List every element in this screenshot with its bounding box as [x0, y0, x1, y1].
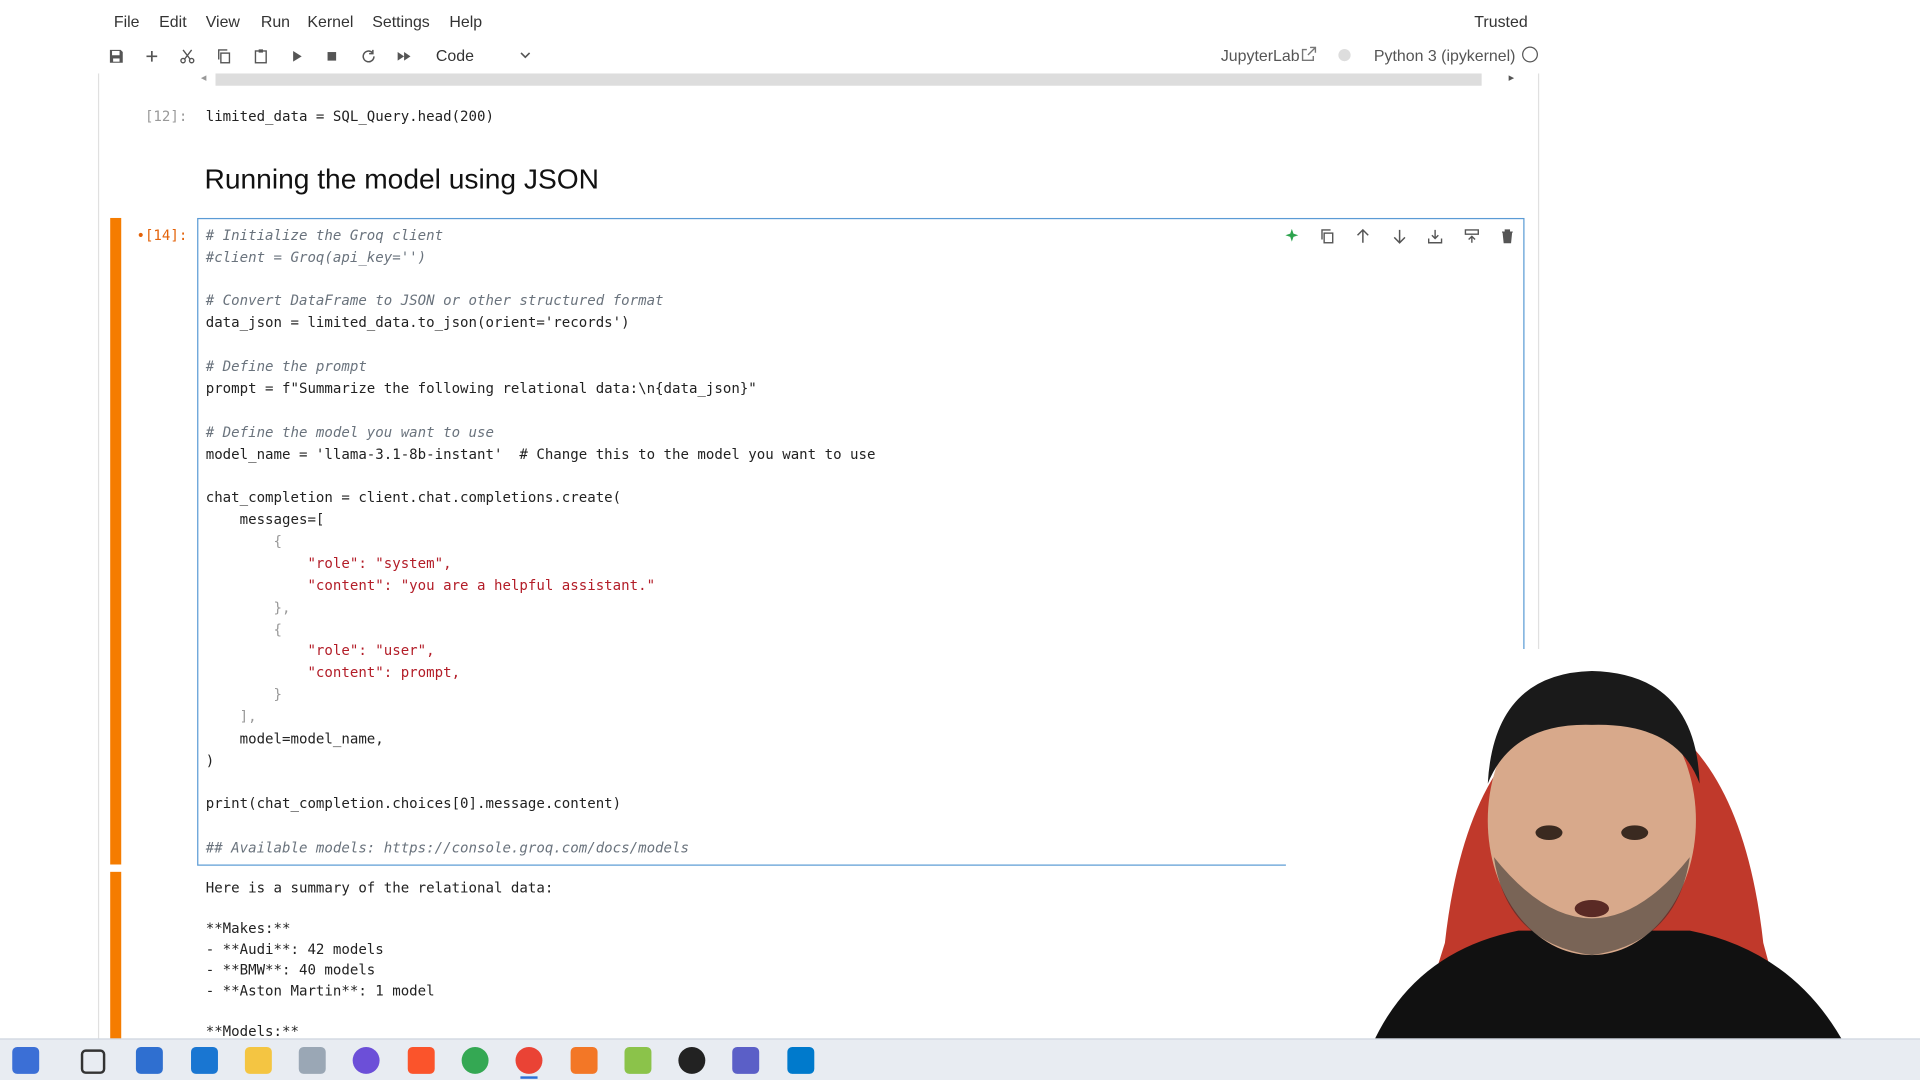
duplicate-icon[interactable]	[1316, 225, 1338, 247]
chrome-active-icon[interactable]	[515, 1046, 543, 1079]
calendar-icon[interactable]	[12, 1046, 40, 1074]
menu-file[interactable]: File	[114, 12, 140, 30]
cell-toolbar	[1281, 225, 1519, 249]
code-line: # Define the prompt	[205, 357, 367, 375]
run-all-icon[interactable]	[392, 44, 416, 68]
ai-sparkle-icon[interactable]	[1281, 225, 1303, 247]
run-icon[interactable]	[284, 44, 308, 68]
cell-prompt-active: •[14]:	[136, 226, 188, 244]
code-line: model_name = 'llama-3.1-8b-instant' # Ch…	[205, 445, 876, 463]
notebook-toolbar: Code JupyterLab Python 3 (ipykernel)	[0, 39, 1920, 73]
output-indicator	[110, 871, 122, 1044]
scroll-left-icon[interactable]: ◂	[201, 71, 207, 84]
add-cell-icon[interactable]	[140, 44, 164, 68]
menu-settings[interactable]: Settings	[372, 12, 430, 30]
code-line: data_json = limited_data.to_json(orient=…	[205, 313, 630, 331]
code-line: "role": "user",	[205, 641, 435, 659]
notepad-icon[interactable]	[298, 1046, 326, 1074]
vscode-icon[interactable]	[787, 1046, 815, 1074]
code-line: # Define the model you want to use	[205, 423, 494, 441]
output-line: Here is a summary of the relational data…	[205, 879, 554, 897]
mail-icon[interactable]	[191, 1046, 218, 1074]
cell-prompt: [12]:	[144, 107, 188, 125]
code-line: #client = Groq(api_key='')	[205, 248, 427, 266]
menu-help[interactable]: Help	[449, 12, 482, 30]
code-line: "role": "system",	[205, 554, 452, 572]
cut-icon[interactable]	[175, 44, 199, 68]
cell-type-select[interactable]: Code	[436, 47, 474, 65]
chevron-down-icon[interactable]	[517, 47, 534, 64]
insert-below-icon[interactable]	[1424, 225, 1446, 247]
code-line: {	[205, 620, 283, 638]
jupyter-icon[interactable]	[570, 1046, 598, 1074]
paste-icon[interactable]	[249, 44, 273, 68]
menu-view[interactable]: View	[206, 12, 240, 30]
code-line: ## Available models: https://console.gro…	[205, 838, 689, 856]
presenter-image	[1285, 648, 1920, 1080]
save-icon[interactable]	[104, 44, 128, 68]
code-line[interactable]: limited_data = SQL_Query.head(200)	[206, 108, 494, 125]
output-line: - **BMW**: 40 models	[205, 961, 376, 979]
move-up-icon[interactable]	[1352, 225, 1374, 247]
code-line: "content": "you are a helpful assistant.…	[205, 576, 656, 594]
output-line: - **Audi**: 42 models	[205, 940, 384, 958]
brave-icon[interactable]	[407, 1046, 435, 1074]
stop-icon[interactable]	[320, 44, 344, 68]
code-line: prompt = f"Summarize the following relat…	[205, 379, 757, 397]
copy-icon[interactable]	[212, 44, 236, 68]
code-line: ],	[205, 707, 257, 725]
code-line: )	[205, 751, 215, 769]
menu-kernel[interactable]: Kernel	[307, 12, 353, 30]
task-view-icon[interactable]	[80, 1049, 106, 1074]
file-explorer-icon[interactable]	[244, 1046, 272, 1074]
code-line: # Convert DataFrame to JSON or other str…	[205, 291, 664, 309]
code-line: # Initialize the Groq client	[205, 226, 444, 244]
insert-above-icon[interactable]	[1461, 225, 1483, 247]
trusted-indicator[interactable]: Trusted	[1474, 12, 1527, 30]
code-line: {	[205, 532, 283, 550]
paint-icon[interactable]	[624, 1046, 652, 1074]
menu-edit[interactable]: Edit	[159, 12, 186, 30]
restart-icon[interactable]	[356, 44, 380, 68]
kernel-settings-icon[interactable]	[1338, 48, 1351, 62]
delete-icon[interactable]	[1496, 225, 1518, 247]
kernel-name[interactable]: Python 3 (ipykernel)	[1374, 47, 1516, 65]
code-line: model=model_name,	[205, 729, 384, 747]
horizontal-scrollbar[interactable]	[215, 73, 1482, 86]
menubar: File Edit View Run Kernel Settings Help …	[0, 0, 1920, 44]
code-line: messages=[	[205, 510, 325, 528]
teams-icon[interactable]	[732, 1046, 760, 1074]
scroll-right-icon[interactable]: ▸	[1509, 71, 1515, 84]
menu-run[interactable]: Run	[261, 12, 290, 30]
obs-icon[interactable]	[678, 1046, 706, 1074]
code-line: "content": prompt,	[205, 663, 461, 681]
output-line: **Makes:**	[205, 919, 291, 937]
webcam-overlay	[1285, 648, 1920, 1080]
markdown-heading: Running the model using JSON	[204, 162, 600, 195]
jupyter-window: File Edit View Run Kernel Settings Help …	[0, 0, 1920, 1080]
active-cell-indicator	[110, 217, 122, 865]
code-line: }	[205, 685, 283, 703]
taskbar	[0, 1038, 1920, 1080]
chrome-icon[interactable]	[461, 1046, 489, 1074]
move-down-icon[interactable]	[1389, 225, 1411, 247]
code-line: },	[205, 598, 291, 616]
kernel-status-icon	[1522, 46, 1538, 63]
copilot-icon[interactable]	[352, 1046, 380, 1074]
code-line: chat_completion = client.chat.completion…	[205, 488, 622, 506]
external-link-icon[interactable]	[1300, 45, 1317, 62]
jupyterlab-link[interactable]: JupyterLab	[1221, 47, 1300, 65]
code-line: print(chat_completion.choices[0].message…	[205, 794, 622, 812]
output-line: - **Aston Martin**: 1 model	[205, 982, 435, 1000]
store-icon[interactable]	[135, 1046, 163, 1074]
